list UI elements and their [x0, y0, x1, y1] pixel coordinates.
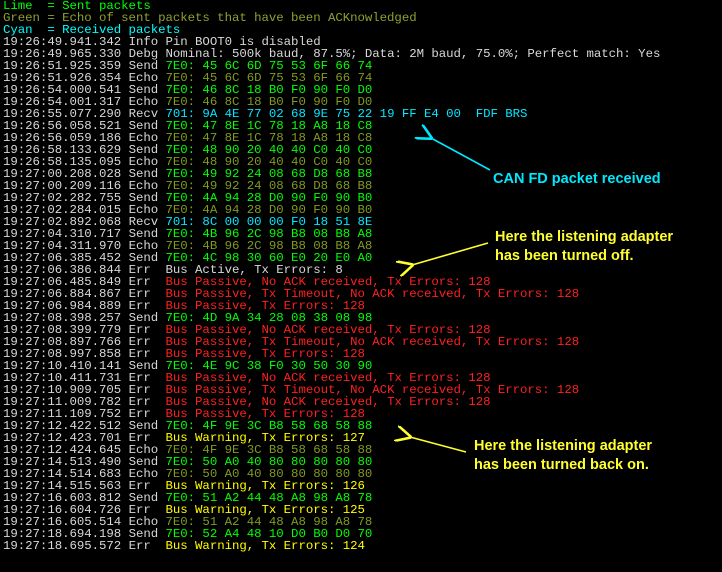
canfd-arrow-icon [431, 138, 491, 171]
annotation-arrows [0, 0, 491, 453]
adapter-off-arrow-icon [412, 242, 489, 265]
adapter-on-arrow-icon [410, 437, 467, 453]
